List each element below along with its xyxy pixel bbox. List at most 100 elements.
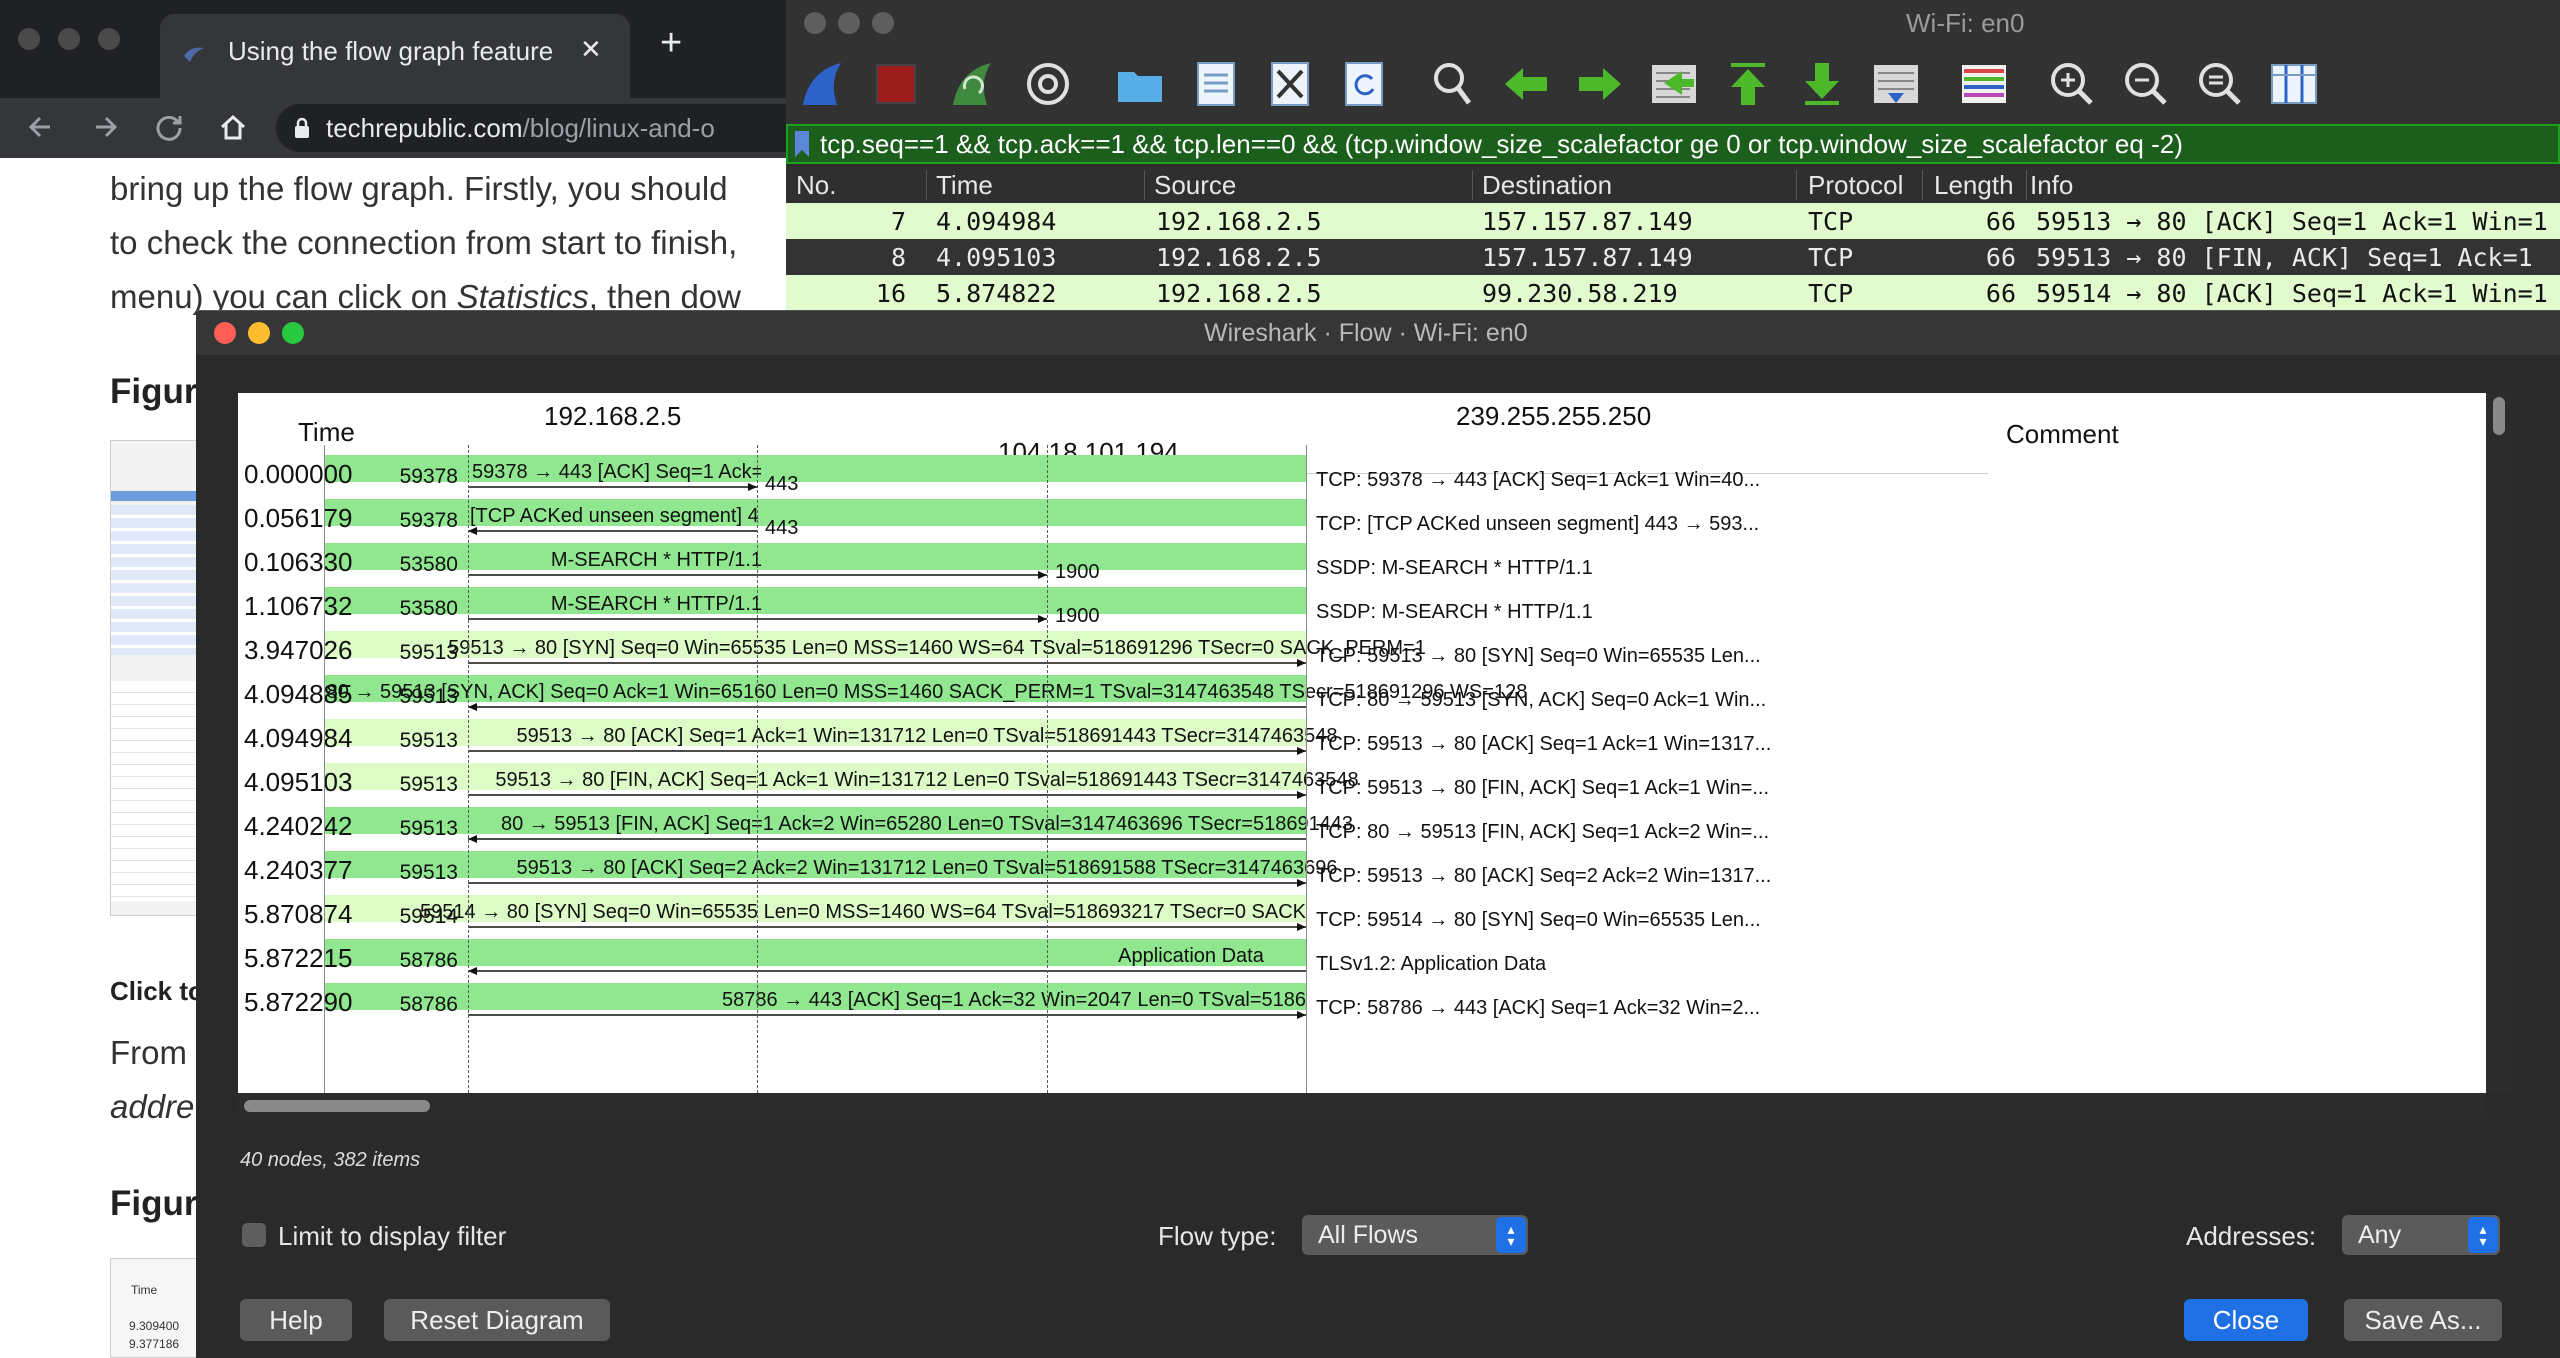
addresses-select[interactable]: Any ▴ ▾: [2342, 1215, 2500, 1255]
flow-type-value: All Flows: [1318, 1220, 1419, 1249]
cell-length: 66: [1985, 243, 2016, 272]
graph-border: [1306, 445, 1307, 1093]
thumb-time: 9.309400: [129, 1319, 180, 1333]
cell-protocol: TCP: [1808, 207, 1854, 236]
cell-destination: 157.157.87.149: [1482, 243, 1693, 272]
back-icon[interactable]: [26, 112, 56, 147]
cell-source: 192.168.2.5: [1156, 243, 1322, 272]
go-forward-icon[interactable]: [1574, 56, 1626, 112]
cell-time: 4.094984: [936, 207, 1057, 236]
packet-row[interactable]: 16 5.874822 192.168.2.5 99.230.58.219 TC…: [786, 275, 2560, 311]
packet-row-selected[interactable]: 8 4.095103 192.168.2.5 157.157.87.149 TC…: [786, 239, 2560, 275]
cell-protocol: TCP: [1808, 279, 1854, 308]
article-line: From: [110, 1034, 187, 1071]
go-last-icon[interactable]: [1796, 56, 1848, 112]
window-minimize-dot[interactable]: [838, 12, 860, 34]
resize-columns-icon[interactable]: [2268, 56, 2320, 112]
stop-capture-icon[interactable]: [870, 56, 922, 112]
zoom-in-icon[interactable]: [2046, 56, 2098, 112]
url-path: /blog/linux-and-o: [522, 113, 715, 143]
window-close-dot[interactable]: [18, 28, 40, 50]
flow-type-select[interactable]: All Flows ▴ ▾: [1302, 1215, 1528, 1255]
horizontal-scrollbar[interactable]: [238, 1093, 2486, 1119]
window-close-dot[interactable]: [804, 12, 826, 34]
reset-diagram-button[interactable]: Reset Diagram: [384, 1299, 610, 1341]
scroll-thumb[interactable]: [244, 1100, 430, 1112]
thumb-rows: [111, 505, 201, 655]
cell-source: 192.168.2.5: [1156, 207, 1322, 236]
reload-icon[interactable]: [154, 112, 184, 147]
node-lifeline: [468, 445, 469, 1093]
display-filter-input[interactable]: [820, 128, 2550, 160]
flow-row-time: 4.240242: [244, 811, 353, 841]
reload-file-icon[interactable]: [1338, 56, 1390, 112]
open-folder-icon[interactable]: [1114, 56, 1166, 112]
restart-capture-icon[interactable]: [946, 56, 998, 112]
save-file-icon[interactable]: [1190, 56, 1242, 112]
flow-row-time: 4.095103: [244, 767, 353, 797]
column-header-time[interactable]: Time: [936, 170, 993, 201]
limit-to-filter-checkbox[interactable]: [242, 1223, 266, 1247]
new-tab-icon[interactable]: +: [660, 22, 682, 65]
forward-icon[interactable]: [90, 112, 120, 147]
column-header-no[interactable]: No.: [796, 170, 836, 201]
figure-thumbnail[interactable]: [110, 440, 201, 916]
article-line: to check the connection from start to fi…: [110, 224, 738, 261]
packet-row[interactable]: 7 4.094984 192.168.2.5 157.157.87.149 TC…: [786, 203, 2560, 239]
vertical-scrollbar[interactable]: [2486, 393, 2512, 1093]
autoscroll-icon[interactable]: [1870, 56, 1922, 112]
flow-row-comment: TCP: 58786 → 443 [ACK] Seq=1 Ack=32 Win=…: [1316, 997, 1761, 1019]
tab-close-icon[interactable]: ✕: [580, 34, 602, 65]
column-header-info[interactable]: Info: [2030, 170, 2073, 201]
scroll-thumb[interactable]: [2493, 397, 2505, 435]
tab-active[interactable]: Using the flow graph feature on W ✕: [160, 14, 630, 98]
column-header-length[interactable]: Length: [1934, 170, 2026, 201]
close-file-icon[interactable]: [1264, 56, 1316, 112]
flow-diagram-canvas[interactable]: Time 192.168.2.5 104.18.101.194 239.255.…: [238, 393, 2512, 1093]
column-header-source[interactable]: Source: [1154, 170, 1236, 201]
help-button[interactable]: Help: [240, 1299, 352, 1341]
save-as-button[interactable]: Save As...: [2344, 1299, 2502, 1341]
flow-graph-window: Wireshark · Flow · Wi-Fi: en0 Time 192.1…: [196, 310, 2560, 1358]
bookmark-icon[interactable]: [794, 130, 810, 158]
window-zoom-dot[interactable]: [282, 322, 304, 344]
flow-row-background[interactable]: [324, 587, 1306, 614]
window-minimize-dot[interactable]: [248, 322, 270, 344]
window-close-dot[interactable]: [214, 322, 236, 344]
url-host: techrepublic.com: [326, 113, 523, 143]
window-minimize-dot[interactable]: [58, 28, 80, 50]
zoom-normal-icon[interactable]: [2194, 56, 2246, 112]
tab-title: Using the flow graph feature on W: [228, 36, 558, 66]
column-divider: [926, 170, 927, 200]
go-first-icon[interactable]: [1722, 56, 1774, 112]
capture-options-icon[interactable]: [1022, 56, 1074, 112]
omnibox[interactable]: techrepublic.com/blog/linux-and-o: [276, 104, 816, 152]
window-zoom-dot[interactable]: [872, 12, 894, 34]
browser-nav-bar: techrepublic.com/blog/linux-and-o: [0, 98, 816, 158]
window-zoom-dot[interactable]: [98, 28, 120, 50]
select-chevron-icon: ▴ ▾: [2468, 1217, 2498, 1253]
flow-row-time: 5.872290: [244, 987, 353, 1017]
flow-title-bar: Wireshark · Flow · Wi-Fi: en0: [196, 311, 2560, 355]
cell-length: 66: [1985, 279, 2016, 308]
click-to-enlarge[interactable]: Click to: [110, 976, 204, 1007]
cell-time: 4.095103: [936, 243, 1057, 272]
find-packet-icon[interactable]: [1426, 56, 1478, 112]
go-back-icon[interactable]: [1500, 56, 1552, 112]
thumb-row: [111, 491, 201, 501]
flow-row-source-port: 58786: [399, 949, 458, 972]
shark-fin-start-icon[interactable]: [796, 56, 848, 112]
figure-thumbnail[interactable]: Time 9.309400 9.377186: [110, 1258, 200, 1358]
close-button[interactable]: Close: [2184, 1299, 2308, 1341]
colorize-icon[interactable]: [1958, 56, 2010, 112]
column-header-protocol[interactable]: Protocol: [1808, 170, 1903, 201]
home-icon[interactable]: [218, 112, 248, 147]
display-filter-bar: [786, 124, 2560, 164]
flow-row-comment: TLSv1.2: Application Data: [1316, 953, 1547, 975]
go-to-packet-icon[interactable]: [1648, 56, 1700, 112]
flow-row-background[interactable]: [324, 543, 1306, 570]
zoom-out-icon[interactable]: [2120, 56, 2172, 112]
select-chevron-icon: ▴ ▾: [1496, 1217, 1526, 1253]
column-header-destination[interactable]: Destination: [1482, 170, 1612, 201]
flow-row-source-port: 59513: [399, 729, 458, 752]
